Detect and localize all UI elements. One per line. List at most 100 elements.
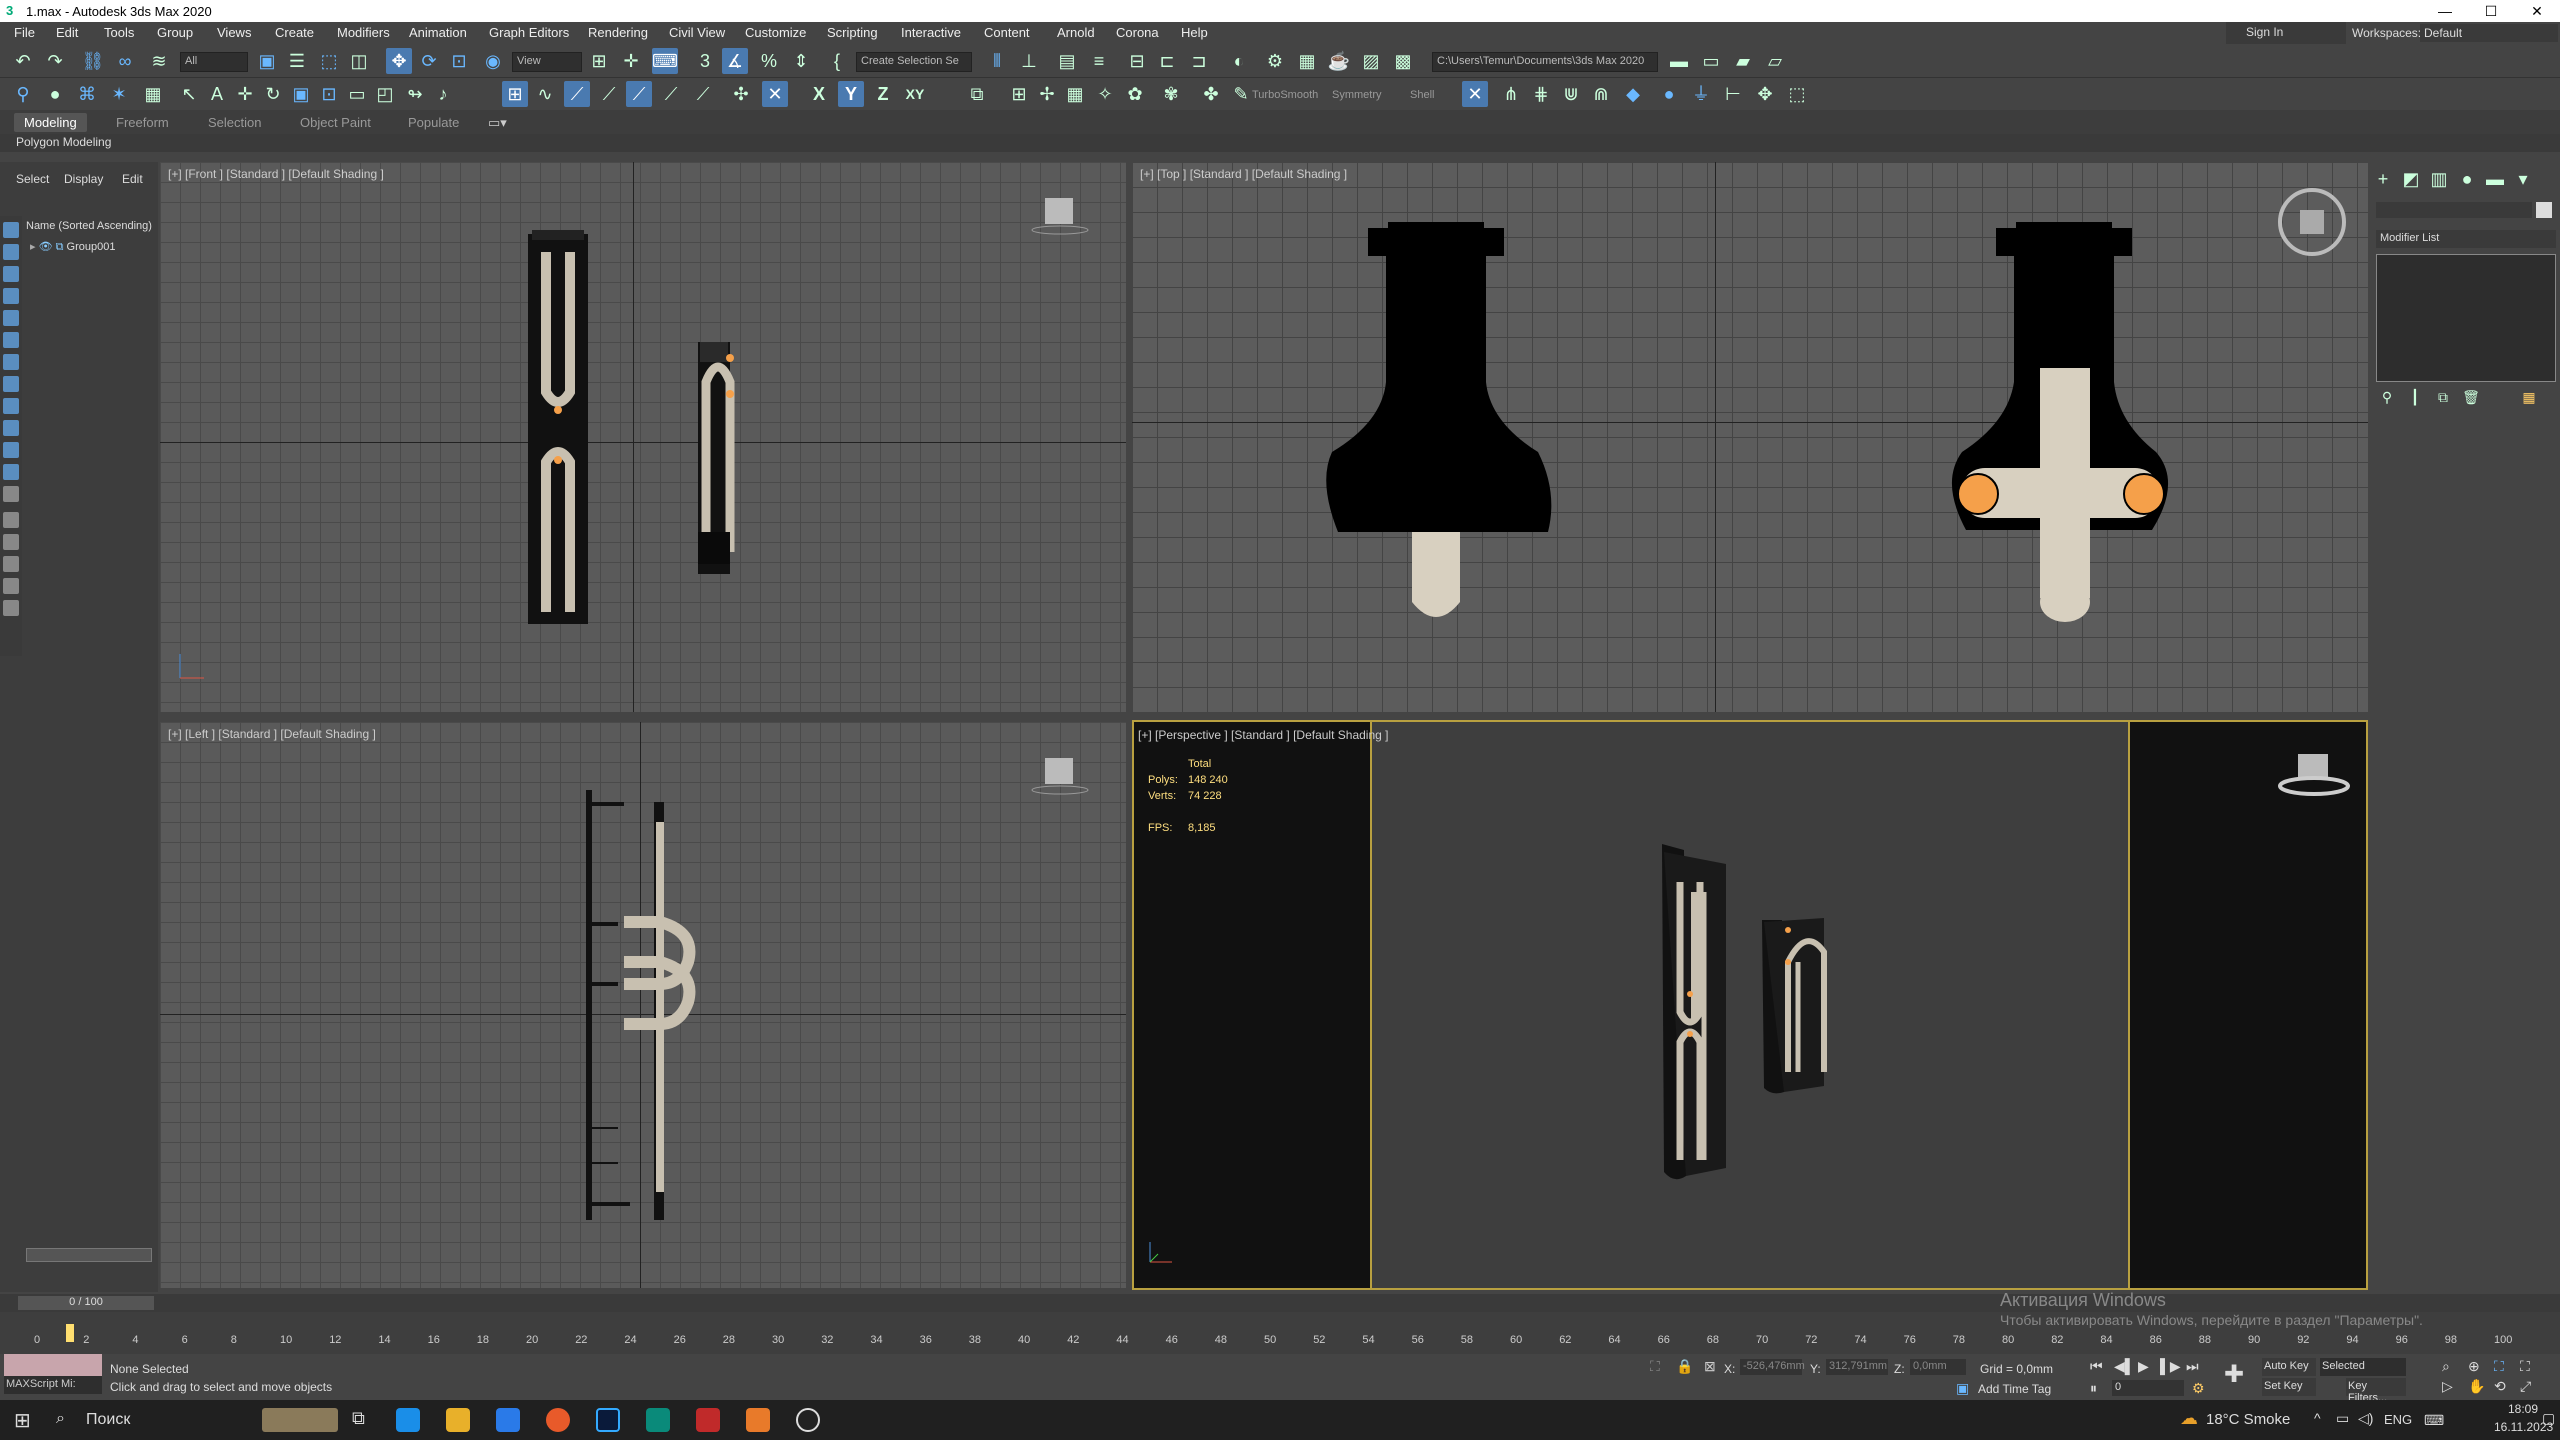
set-project-folder-icon[interactable]: ▬ xyxy=(1666,48,1692,74)
spacing-icon[interactable]: ✢ xyxy=(1034,81,1060,107)
create-tab-icon[interactable]: + xyxy=(2370,166,2396,192)
maximize-viewport-icon[interactable]: ⤢ xyxy=(2520,1378,2531,1395)
snaps-toggle-icon[interactable]: 3 xyxy=(692,48,718,74)
maximize-button[interactable]: ☐ xyxy=(2468,0,2514,22)
selection-filter-dropdown[interactable]: All xyxy=(180,52,248,72)
filter-lights-icon[interactable] xyxy=(3,266,19,282)
modifier-stack[interactable] xyxy=(2376,254,2556,382)
viewport-left[interactable]: [+] [Left ] [Standard ] [Default Shading… xyxy=(160,722,1126,1288)
axis-x-button[interactable]: X xyxy=(806,81,832,107)
pin-icon[interactable]: ⚲ xyxy=(10,81,36,107)
select-scale-icon[interactable]: ⊡ xyxy=(446,48,472,74)
remove-modifier-icon[interactable]: 🗑 xyxy=(2458,384,2484,410)
axis-z-button[interactable]: Z xyxy=(870,81,896,107)
snapshot-icon[interactable]: ✧ xyxy=(1092,81,1118,107)
align-icon[interactable]: ⊥ xyxy=(1016,48,1042,74)
object-color-swatch[interactable] xyxy=(2536,202,2552,218)
menu-content[interactable]: Content xyxy=(984,25,1030,40)
sphere-prim-icon[interactable]: ● xyxy=(1656,81,1682,107)
menu-tools[interactable]: Tools xyxy=(104,25,134,40)
filter-shapes-icon[interactable] xyxy=(3,244,19,260)
maxscript-listener[interactable] xyxy=(4,1354,102,1376)
filter-frozen-icon[interactable] xyxy=(3,442,19,458)
menu-file[interactable]: File xyxy=(14,25,35,40)
scale-transform-icon[interactable]: ▣ xyxy=(288,81,314,107)
current-frame-marker[interactable] xyxy=(66,1324,74,1342)
magnet-icon[interactable]: ∿ xyxy=(532,81,558,107)
menu-civil-view[interactable]: Civil View xyxy=(669,25,725,40)
scene-tab-display[interactable]: Display xyxy=(64,172,103,186)
axis-y-button[interactable]: Y xyxy=(838,81,864,107)
close-button[interactable]: ✕ xyxy=(2514,0,2560,22)
search-icon[interactable]: ⌕ xyxy=(56,1410,65,1428)
pointer-icon[interactable]: ↖ xyxy=(176,81,202,107)
utilities-tab-icon[interactable]: ▾ xyxy=(2510,166,2536,192)
viewcube-front-icon[interactable] xyxy=(1030,192,1090,242)
zoom-icon[interactable]: ⌕ xyxy=(2442,1358,2450,1375)
pan-icon[interactable]: ✋ xyxy=(2468,1378,2485,1395)
menu-corona[interactable]: Corona xyxy=(1116,25,1159,40)
select-place-icon[interactable]: ◉ xyxy=(480,48,506,74)
menu-customize[interactable]: Customize xyxy=(745,25,806,40)
constraint-snap-icon[interactable]: ⟋ xyxy=(658,81,684,107)
volume-icon[interactable]: ◁) xyxy=(2358,1410,2373,1427)
rect-icon[interactable]: ▭ xyxy=(344,81,370,107)
time-slider[interactable]: 0 / 100 xyxy=(18,1296,154,1310)
isolate-icon[interactable]: ⛶ xyxy=(1650,1358,1660,1375)
language-indicator[interactable]: ENG xyxy=(2384,1412,2412,1427)
axis-xy-button[interactable]: XY xyxy=(902,81,928,107)
ribbon-panel-polygon-modeling[interactable]: Polygon Modeling xyxy=(0,134,2560,152)
chamfer-icon[interactable]: ⬚ xyxy=(1784,81,1810,107)
compass-viewcube-icon[interactable] xyxy=(2272,182,2352,262)
filter-containers-icon[interactable] xyxy=(3,420,19,436)
fov-icon[interactable]: ▷ xyxy=(2442,1378,2453,1395)
ribbon-tab-freeform[interactable]: Freeform xyxy=(116,115,169,130)
time-slider-track[interactable] xyxy=(0,1294,2560,1312)
select-object-icon[interactable]: ▣ xyxy=(254,48,280,74)
invert-display-icon[interactable] xyxy=(3,534,19,550)
key-mode-icon[interactable]: ⏸ xyxy=(2090,1380,2097,1397)
sync-selection-icon[interactable] xyxy=(3,556,19,572)
select-rotate-icon[interactable]: ⟳ xyxy=(416,48,442,74)
taskbar-search[interactable]: Поиск xyxy=(86,1411,130,1429)
brush-icon[interactable]: ✎ xyxy=(1228,81,1254,107)
show-end-result-icon[interactable]: ┃ xyxy=(2402,384,2428,410)
symmetry-button[interactable]: Symmetry xyxy=(1332,89,1382,101)
filter-geometry-icon[interactable] xyxy=(3,222,19,238)
reference-coordinate-dropdown[interactable]: View xyxy=(512,52,582,72)
menu-modifiers[interactable]: Modifiers xyxy=(337,25,390,40)
absolute-mode-icon[interactable]: ⊠ xyxy=(1704,1358,1716,1375)
workspace-dropdown[interactable]: Default xyxy=(2420,24,2558,42)
sign-in-button[interactable]: Sign In xyxy=(2226,22,2346,44)
filter-bones-icon[interactable] xyxy=(3,398,19,414)
bind-space-warp-icon[interactable]: ≋ xyxy=(146,48,172,74)
z-coord-field[interactable]: 0,0mm xyxy=(1910,1359,1966,1375)
target-weld-icon[interactable]: ✥ xyxy=(1752,81,1778,107)
file-explorer-icon[interactable] xyxy=(446,1408,470,1432)
viewport-perspective[interactable]: [+] [Perspective ] [Standard ] [Default … xyxy=(1132,720,2368,1290)
auto-key-button[interactable]: Auto Key xyxy=(2262,1358,2316,1376)
bulb-icon[interactable]: ♪ xyxy=(430,81,456,107)
redo-icon[interactable]: ↷ xyxy=(42,48,68,74)
text-icon[interactable]: A xyxy=(204,81,230,107)
edge-ring-icon[interactable]: ⋕ xyxy=(1528,81,1554,107)
y-coord-field[interactable]: 312,791mm xyxy=(1826,1359,1888,1375)
clone-icon[interactable]: ✿ xyxy=(1122,81,1148,107)
shrink-icon[interactable]: ⋒ xyxy=(1588,81,1614,107)
viewcube-perspective-icon[interactable] xyxy=(2274,748,2354,808)
play-icon[interactable]: ▶ xyxy=(2138,1358,2149,1375)
filter-xrefs-icon[interactable] xyxy=(3,376,19,392)
notifications-icon[interactable]: ▢ xyxy=(2542,1410,2555,1427)
archive-icon[interactable]: ▱ xyxy=(1762,48,1788,74)
display-all-icon[interactable] xyxy=(3,486,19,502)
current-frame-field[interactable]: 0 xyxy=(2112,1380,2184,1396)
next-frame-icon[interactable]: ▌▶ xyxy=(2160,1358,2181,1375)
pin-stack-icon[interactable]: ⚲ xyxy=(2374,384,2400,410)
mirror-icon[interactable]: ⫴ xyxy=(984,48,1010,74)
lock-selection-icon[interactable]: 🔒 xyxy=(1676,1358,1693,1375)
spinner-snap-icon[interactable]: ⇕ xyxy=(788,48,814,74)
weather-icon[interactable]: ☁ xyxy=(2180,1408,2198,1429)
curve-editor-icon[interactable]: ⊏ xyxy=(1154,48,1180,74)
turbosmooth-button[interactable]: TurboSmooth xyxy=(1252,89,1318,101)
set-key-button[interactable]: Set Key xyxy=(2262,1378,2316,1396)
